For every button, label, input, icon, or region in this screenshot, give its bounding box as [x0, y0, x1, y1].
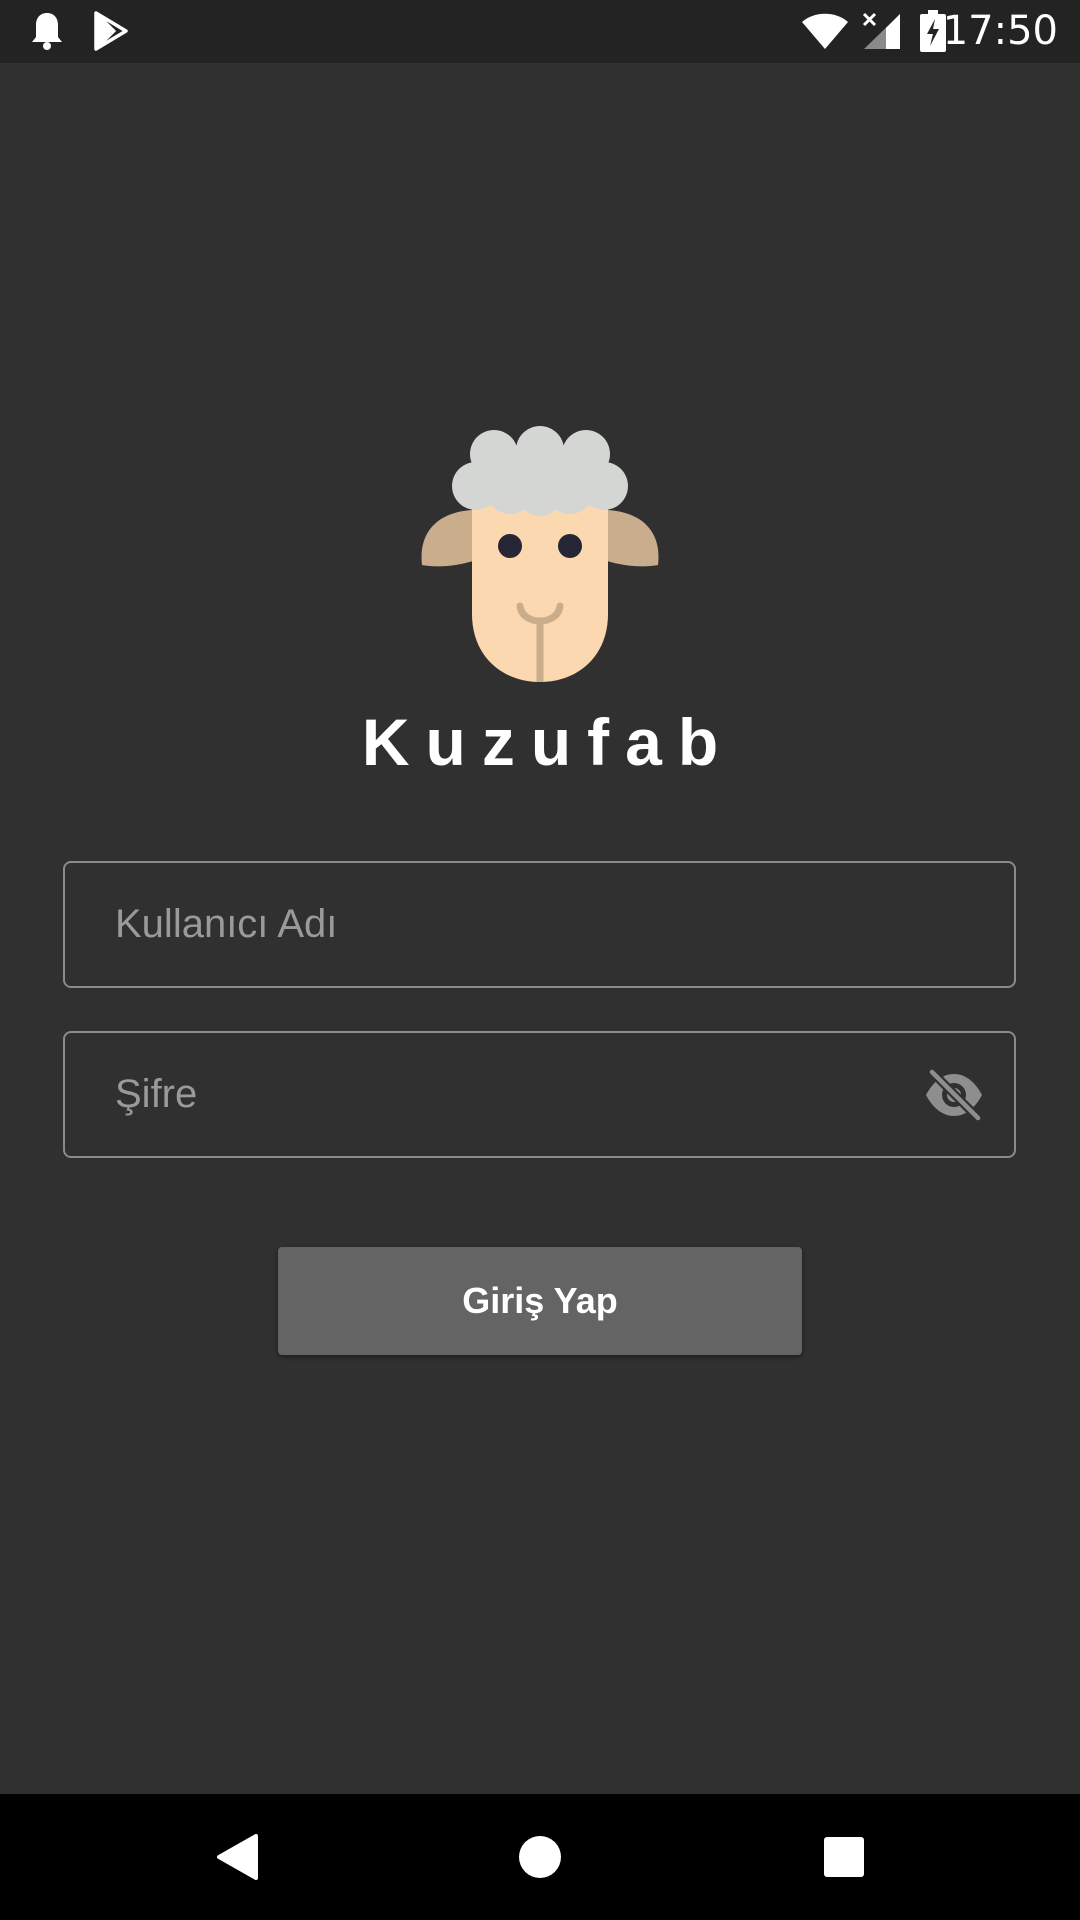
recents-icon[interactable] [784, 1794, 904, 1920]
login-button[interactable]: Giriş Yap [278, 1247, 802, 1355]
password-field[interactable] [63, 1031, 1016, 1158]
app-title: Kuzufab [361, 705, 735, 779]
username-field[interactable] [63, 861, 1016, 988]
back-icon[interactable] [176, 1794, 296, 1920]
sheep-logo [410, 420, 670, 690]
status-time: 17:50 [942, 8, 1058, 54]
cellular-signal-no-service-icon [862, 12, 902, 55]
notification-bell-icon [28, 10, 66, 57]
wifi-icon [800, 12, 850, 55]
password-input[interactable] [115, 1033, 915, 1156]
visibility-off-icon[interactable] [924, 1068, 984, 1122]
login-screen: 17:50 Kuzufab Kullanıcı Adı Giriş Yap [0, 0, 1080, 1920]
navigation-bar [0, 1794, 1080, 1920]
home-icon[interactable] [480, 1794, 600, 1920]
play-store-icon [92, 10, 130, 57]
status-bar: 17:50 [0, 0, 1080, 63]
username-input[interactable] [115, 863, 915, 986]
